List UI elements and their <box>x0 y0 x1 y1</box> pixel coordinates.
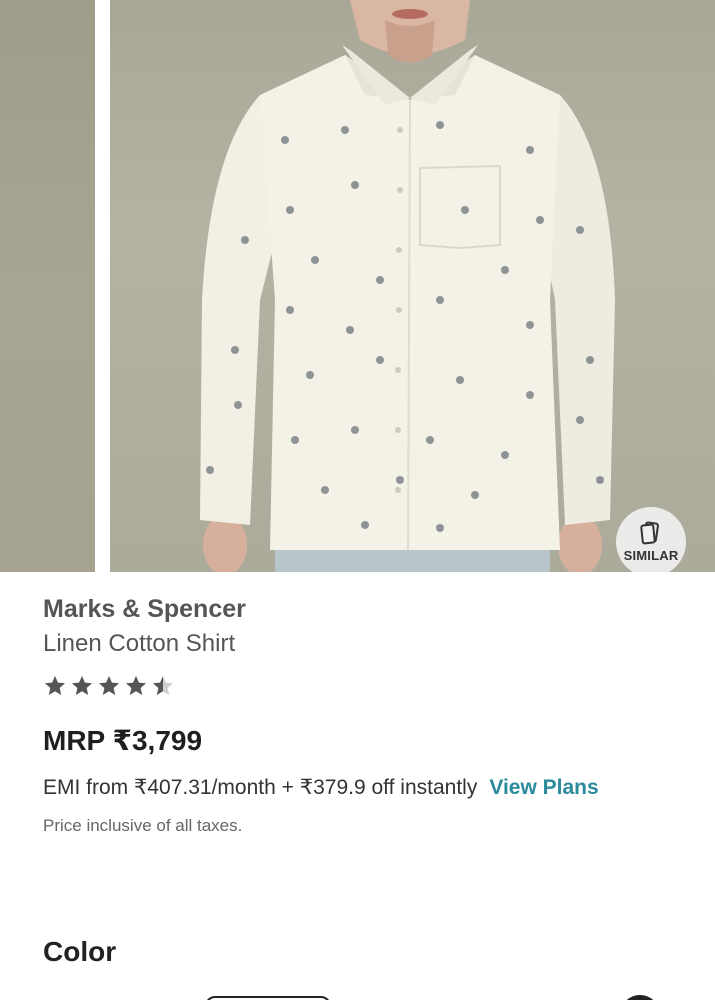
emi-row: EMI from ₹407.31/month + ₹379.9 off inst… <box>43 773 683 803</box>
color-swatch-dark[interactable] <box>620 995 660 1000</box>
product-price: MRP ₹3,799 <box>43 725 203 756</box>
product-image[interactable] <box>110 0 715 572</box>
tax-note: Price inclusive of all taxes. <box>43 816 243 835</box>
product-title: Linen Cotton Shirt <box>43 630 236 657</box>
similar-button[interactable]: SIMILAR <box>616 507 686 572</box>
star-icon <box>45 676 65 695</box>
product-info: Marks & Spencer Linen Cotton Shirt MRP ₹… <box>43 592 683 838</box>
brand-name[interactable]: Marks & Spencer <box>43 592 683 626</box>
color-section-heading: Color <box>43 936 117 967</box>
star-icon <box>99 676 119 695</box>
cards-icon <box>640 521 659 545</box>
previous-product-image[interactable] <box>0 0 95 572</box>
view-plans-link[interactable]: View Plans <box>489 776 598 799</box>
star-icon <box>126 676 146 695</box>
shirt-illustration <box>200 0 615 572</box>
emi-text: EMI from ₹407.31/month + ₹379.9 off inst… <box>43 776 478 799</box>
star-icon <box>153 676 173 695</box>
color-swatch-selected[interactable] <box>205 996 331 1000</box>
star-icon <box>72 676 92 695</box>
rating-stars[interactable] <box>43 674 683 700</box>
similar-label: SIMILAR <box>623 548 679 563</box>
product-image-gallery[interactable]: SIMILAR <box>0 0 715 572</box>
